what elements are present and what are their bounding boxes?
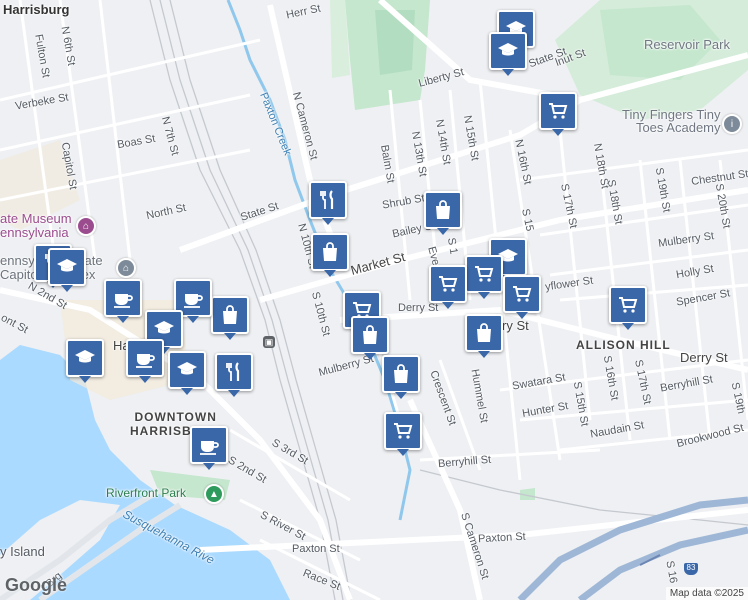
city-label: Harrisburg (3, 2, 70, 17)
graduation-cap-pin-icon[interactable] (489, 32, 527, 76)
shopping-bag-pin-icon[interactable] (211, 296, 249, 340)
map-canvas[interactable]: Harrisburg Herr St N 6th St Fulton St Ve… (0, 0, 748, 600)
street-label: Derry St (680, 350, 728, 365)
shopping-bag-pin-icon[interactable] (465, 314, 503, 358)
landmark-icon[interactable]: ⌂ (116, 258, 136, 278)
graduation-cap-pin-icon[interactable] (48, 248, 86, 292)
poi-label: Tiny Fingers Tiny Toes Academy (622, 107, 721, 135)
fork-knife-pin-icon[interactable] (215, 353, 253, 397)
graduation-cap-pin-icon[interactable] (66, 339, 104, 383)
shopping-cart-pin-icon[interactable] (503, 275, 541, 319)
street-label: ry St (502, 318, 529, 333)
museum-icon[interactable]: ⌂ (76, 216, 96, 236)
transit-station-icon[interactable]: ▣ (263, 336, 275, 348)
shopping-cart-pin-icon[interactable] (429, 265, 467, 309)
park-icon[interactable]: ▲ (204, 484, 224, 504)
shopping-cart-pin-icon[interactable] (465, 255, 503, 299)
interstate-shield-icon: 83 (684, 563, 698, 575)
poi-marker-icon[interactable]: i (722, 114, 742, 134)
google-logo: Google (5, 575, 67, 595)
park-label: Riverfront Park (106, 486, 187, 500)
neighborhood-label: ALLISON HILL (576, 338, 671, 352)
shopping-bag-pin-icon[interactable] (382, 355, 420, 399)
graduation-cap-pin-icon[interactable] (168, 351, 206, 395)
street-label: Derry St (398, 302, 439, 314)
shopping-cart-pin-icon[interactable] (609, 286, 647, 330)
shopping-cart-pin-icon[interactable] (384, 412, 422, 456)
shopping-bag-pin-icon[interactable] (424, 191, 462, 235)
coffee-cup-pin-icon[interactable] (190, 426, 228, 470)
museum-label: ate Museum ennsylvania (0, 211, 72, 240)
shopping-bag-pin-icon[interactable] (351, 316, 389, 360)
shopping-bag-pin-icon[interactable] (311, 233, 349, 277)
island-label: y Island (0, 544, 45, 559)
coffee-cup-pin-icon[interactable] (126, 339, 164, 383)
shopping-cart-pin-icon[interactable] (539, 92, 577, 136)
street-label: Paxton St (292, 543, 340, 555)
street-label: S 1 (444, 236, 460, 256)
coffee-cup-pin-icon[interactable] (104, 279, 142, 323)
map-attribution: Map data ©2025 (665, 587, 748, 600)
street-label: Paxton St (477, 530, 526, 546)
park-label: Reservoir Park (644, 37, 730, 52)
fork-knife-pin-icon[interactable] (309, 181, 347, 225)
